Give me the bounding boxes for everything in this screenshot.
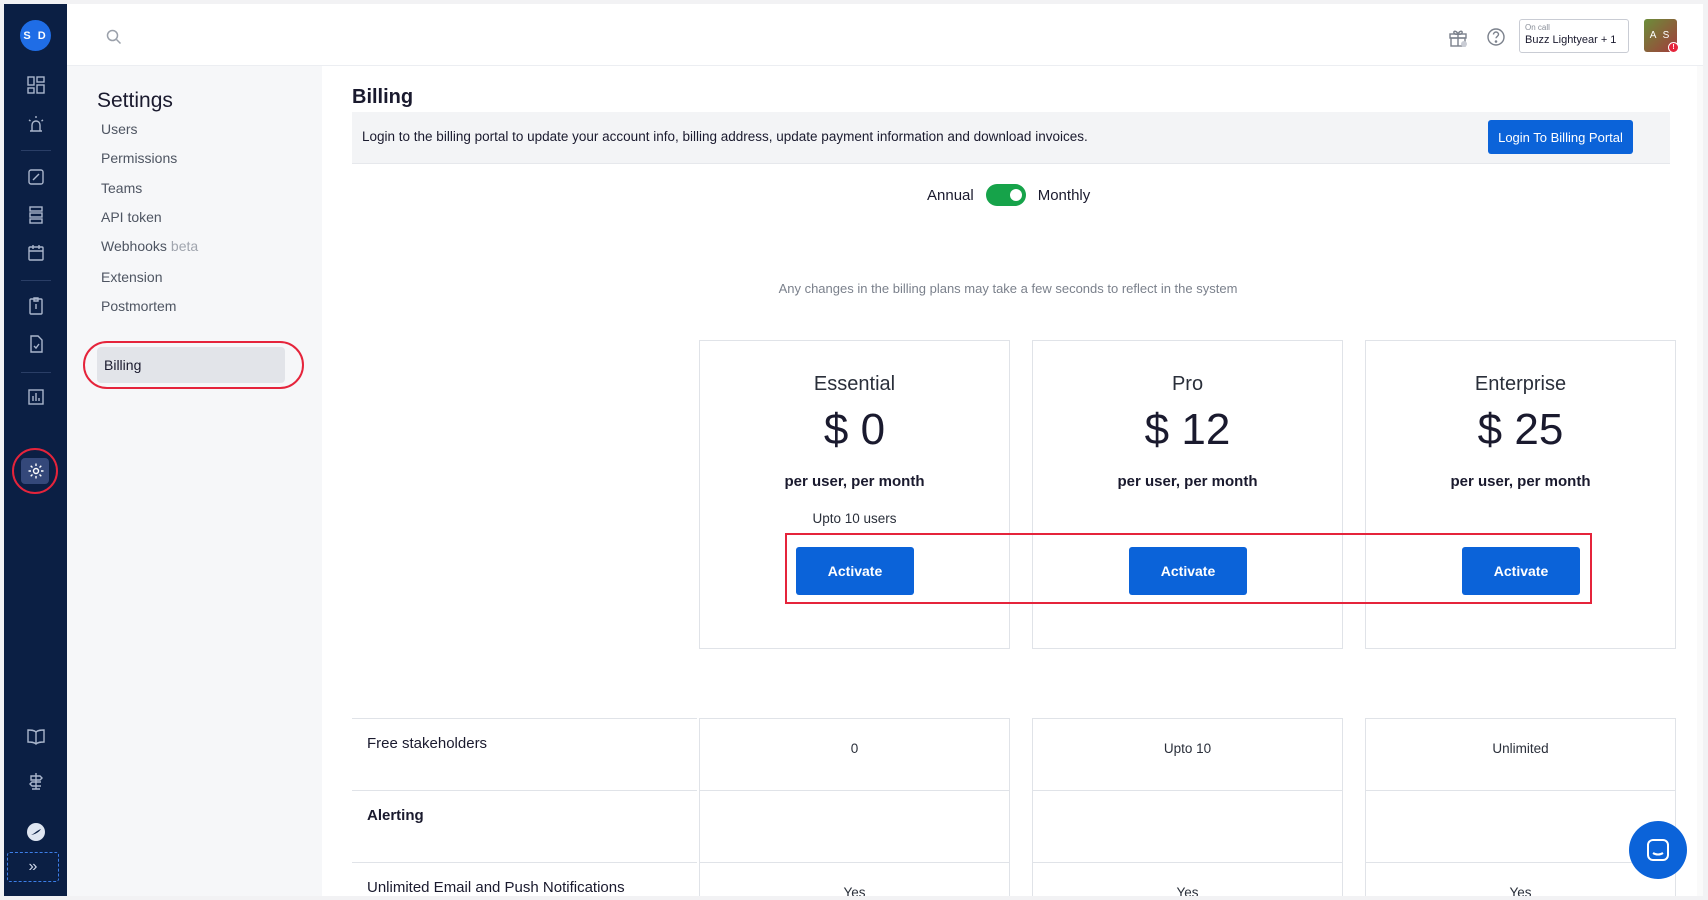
monthly-label: Monthly xyxy=(1037,186,1091,204)
feature-value xyxy=(1032,790,1343,862)
settings-sidebar: Settings Users Permissions Teams API tok… xyxy=(67,66,322,896)
feature-value: Upto 10 xyxy=(1032,718,1343,790)
feature-label: Unlimited Email and Push Notifications xyxy=(352,862,697,896)
analytics-icon[interactable] xyxy=(24,385,48,409)
expand-rail-button[interactable]: » xyxy=(7,852,59,882)
chevrons-right-icon: » xyxy=(28,858,38,875)
dashboard-icon[interactable] xyxy=(24,73,48,97)
plan-unit: per user, per month xyxy=(1117,473,1258,490)
billing-period-toggle[interactable] xyxy=(985,184,1026,206)
annual-label: Annual xyxy=(927,186,974,204)
signpost-icon[interactable] xyxy=(24,769,48,793)
webhooks-label: Webhooks xyxy=(101,238,167,254)
plan-price: $ 12 xyxy=(1144,405,1231,454)
feature-section-label: Alerting xyxy=(352,790,697,862)
settings-item-teams[interactable]: Teams xyxy=(101,178,142,198)
billing-page: Billing Login to the billing portal to u… xyxy=(322,66,1703,896)
book-icon[interactable] xyxy=(24,724,48,748)
banner-text: Login to the billing portal to update yo… xyxy=(362,129,1088,144)
beta-badge: beta xyxy=(170,238,199,254)
settings-item-api-token[interactable]: API token xyxy=(101,207,162,227)
on-call-label: On call xyxy=(1525,23,1550,32)
plan-unit: per user, per month xyxy=(1450,473,1591,490)
billing-portal-banner: Login to the billing portal to update yo… xyxy=(352,112,1670,164)
postmortem-icon[interactable] xyxy=(24,332,48,356)
incident-icon[interactable] xyxy=(24,112,48,136)
settings-item-postmortem[interactable]: Postmortem xyxy=(101,296,176,316)
billing-notice: Any changes in the billing plans may tak… xyxy=(778,281,1238,296)
page-title: Billing xyxy=(352,86,414,108)
search-icon[interactable] xyxy=(105,28,123,46)
top-bar: On call Buzz Lightyear + 1 A S ! xyxy=(67,4,1703,66)
feature-value: Yes xyxy=(1365,862,1676,896)
settings-item-extension[interactable]: Extension xyxy=(101,267,162,287)
settings-title: Settings xyxy=(97,89,173,112)
gift-icon[interactable] xyxy=(1447,26,1469,48)
clipboard-icon[interactable] xyxy=(24,294,48,318)
services-icon[interactable] xyxy=(24,203,48,227)
plan-price: $ 25 xyxy=(1477,405,1564,454)
brand-icon[interactable] xyxy=(24,820,48,844)
feature-value: 0 xyxy=(699,718,1010,790)
notification-badge: ! xyxy=(1668,42,1679,53)
feature-label: Free stakeholders xyxy=(352,718,697,790)
plan-name: Pro xyxy=(1171,373,1204,395)
settings-highlight-circle xyxy=(12,448,58,494)
help-icon[interactable] xyxy=(1486,27,1506,47)
on-call-widget[interactable]: On call Buzz Lightyear + 1 xyxy=(1519,19,1629,53)
feature-value: Yes xyxy=(699,862,1010,896)
plan-price: $ 0 xyxy=(823,405,886,454)
billing-highlight-circle xyxy=(83,341,304,389)
plan-name: Enterprise xyxy=(1474,373,1567,395)
settings-item-permissions[interactable]: Permissions xyxy=(101,148,177,168)
activate-highlight-box xyxy=(785,533,1592,604)
chat-support-button[interactable] xyxy=(1629,821,1687,879)
user-avatar[interactable]: S D xyxy=(20,20,51,51)
billing-period-toggle-row: Annual Monthly xyxy=(927,184,1090,206)
plan-note: Upto 10 users xyxy=(812,511,897,526)
on-call-names: Buzz Lightyear + 1 xyxy=(1525,34,1617,46)
plan-unit: per user, per month xyxy=(784,473,925,490)
left-rail: S D » xyxy=(4,4,67,896)
settings-item-webhooks[interactable]: Webhooks beta xyxy=(101,236,198,256)
scrollbar-track[interactable] xyxy=(1697,66,1703,896)
feature-value xyxy=(699,790,1010,862)
app-window: S D » On call Buzz Lightyear + 1 A S ! S… xyxy=(4,4,1703,896)
edit-icon[interactable] xyxy=(24,165,48,189)
login-billing-portal-button[interactable]: Login To Billing Portal xyxy=(1488,120,1633,154)
chat-icon xyxy=(1647,839,1669,861)
settings-item-users[interactable]: Users xyxy=(101,119,138,139)
calendar-icon[interactable] xyxy=(24,241,48,265)
plan-name: Essential xyxy=(813,373,896,395)
feature-value: Yes xyxy=(1032,862,1343,896)
feature-value: Unlimited xyxy=(1365,718,1676,790)
